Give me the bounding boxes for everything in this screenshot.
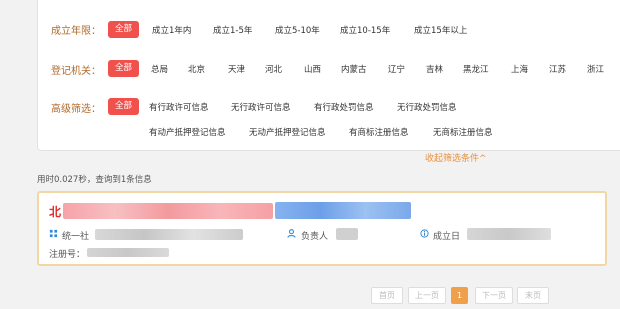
registry-option-8[interactable]: 吉林 (426, 63, 443, 75)
years-option-2[interactable]: 成立1-5年 (213, 24, 252, 36)
registry-option-12[interactable]: 浙江 (587, 63, 604, 75)
registry-option-7[interactable]: 辽宁 (388, 63, 405, 75)
search-summary: 用时0.027秒，查询到1条信息 (37, 175, 152, 185)
pager-current-page[interactable]: 1 (451, 287, 468, 304)
registry-option-5[interactable]: 山西 (304, 63, 321, 75)
registry-option-10[interactable]: 上海 (511, 63, 528, 75)
registry-option-11[interactable]: 江苏 (549, 63, 566, 75)
years-option-1[interactable]: 成立1年内 (152, 24, 191, 36)
pager-first-button[interactable]: 首页 (371, 287, 403, 304)
registry-option-3[interactable]: 天津 (228, 63, 245, 75)
person-icon (287, 229, 296, 238)
pager-last-button[interactable]: 末页 (517, 287, 549, 304)
years-option-4[interactable]: 成立10-15年 (340, 24, 390, 36)
registry-option-all[interactable]: 全部 (108, 60, 139, 77)
registry-option-1[interactable]: 总局 (151, 63, 168, 75)
redacted-title-red (63, 203, 273, 219)
redacted-credit-code (95, 229, 243, 240)
advanced-option-no-trademark[interactable]: 无商标注册信息 (433, 126, 493, 138)
advanced-option-has-permit[interactable]: 有行政许可信息 (149, 101, 209, 113)
registry-option-9[interactable]: 黑龙江 (463, 63, 489, 75)
filter-label-registry: 登记机关： (51, 66, 101, 77)
advanced-option-has-mortgage[interactable]: 有动产抵押登记信息 (149, 126, 226, 138)
advanced-option-no-penalty[interactable]: 无行政处罚信息 (397, 101, 457, 113)
advanced-option-all[interactable]: 全部 (108, 98, 139, 115)
founded-date-label: 成立日 (433, 232, 461, 242)
filter-panel: 成立年限： 全部 成立1年内 成立1-5年 成立5-10年 成立10-15年 成… (37, 0, 620, 151)
years-option-5[interactable]: 成立15年以上 (414, 24, 467, 36)
advanced-option-has-penalty[interactable]: 有行政处罚信息 (314, 101, 374, 113)
years-option-all[interactable]: 全部 (108, 21, 139, 38)
legal-rep-label: 负责人 (301, 232, 329, 242)
registry-option-2[interactable]: 北京 (188, 63, 205, 75)
collapse-filters-link[interactable]: 收起筛选条件^ (425, 151, 487, 164)
registry-option-6[interactable]: 内蒙古 (341, 63, 367, 75)
redacted-legal-rep (336, 228, 358, 240)
filter-label-years: 成立年限： (51, 26, 101, 37)
result-title[interactable]: 北 (49, 203, 61, 220)
redacted-reg-no (87, 248, 169, 257)
result-card[interactable]: 北 统一社 负责人 成立日 注册号： (37, 191, 607, 266)
pager-next-button[interactable]: 下一页 (475, 287, 513, 304)
registry-option-4[interactable]: 河北 (265, 63, 282, 75)
advanced-option-no-permit[interactable]: 无行政许可信息 (231, 101, 291, 113)
credit-code-icon (49, 229, 58, 238)
redacted-founded-date (467, 228, 551, 240)
info-icon (420, 229, 429, 238)
credit-code-label: 统一社 (62, 232, 90, 242)
advanced-option-no-mortgage[interactable]: 无动产抵押登记信息 (249, 126, 326, 138)
filter-label-advanced: 高级筛选： (51, 104, 101, 115)
redacted-title-blue (275, 202, 411, 219)
years-option-3[interactable]: 成立5-10年 (275, 24, 320, 36)
advanced-option-has-trademark[interactable]: 有商标注册信息 (349, 126, 409, 138)
pager-prev-button[interactable]: 上一页 (408, 287, 446, 304)
reg-no-label: 注册号： (49, 250, 86, 260)
